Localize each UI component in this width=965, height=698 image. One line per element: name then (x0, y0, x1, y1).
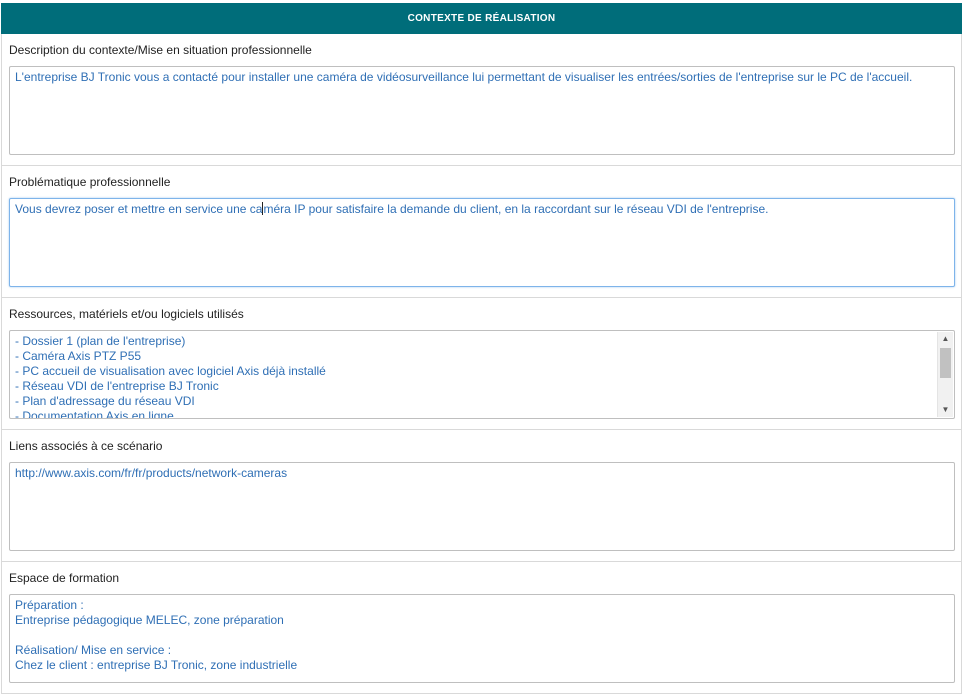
liens-textarea[interactable]: http://www.axis.com/fr/fr/products/netwo… (9, 462, 955, 551)
problematique-section: Problématique professionnelle Vous devre… (1, 166, 962, 298)
ressources-line: - Caméra Axis PTZ P55 (15, 349, 142, 363)
espace-line: Réalisation/ Mise en service : (15, 643, 172, 657)
espace-line: Entreprise pédagogique MELEC, zone prépa… (15, 613, 284, 627)
liens-section: Liens associés à ce scénario http://www.… (1, 430, 962, 562)
problematique-text-end: méra IP pour satisfaire la demande du cl… (263, 202, 769, 216)
ressources-scrollbar[interactable]: ▲ ▼ (937, 332, 953, 417)
espace-section: Espace de formation Préparation : Entrep… (1, 562, 962, 694)
ressources-section: Ressources, matériels et/ou logiciels ut… (1, 298, 962, 430)
description-textarea[interactable]: L'entreprise BJ Tronic vous a contacté p… (9, 66, 955, 155)
header-title: CONTEXTE DE RÉALISATION (407, 13, 556, 24)
espace-textarea[interactable]: Préparation : Entreprise pédagogique MEL… (9, 594, 955, 683)
liens-line: http://www.axis.com/fr/fr/products/netwo… (15, 466, 288, 480)
problematique-text-start: Vous devrez poser et mettre en service u… (15, 202, 263, 216)
description-line: L'entreprise BJ Tronic vous a contacté p… (15, 70, 913, 84)
liens-label: Liens associés à ce scénario (9, 439, 163, 453)
problematique-label: Problématique professionnelle (9, 175, 171, 189)
ressources-label: Ressources, matériels et/ou logiciels ut… (9, 307, 244, 321)
espace-line: Préparation : (15, 598, 84, 612)
ressources-line: - PC accueil de visualisation avec logic… (15, 364, 326, 378)
espace-label: Espace de formation (9, 571, 120, 585)
contexte-form: CONTEXTE DE RÉALISATION Description du c… (0, 0, 965, 698)
description-section: Description du contexte/Mise en situatio… (1, 34, 962, 166)
ressources-line: - Documentation Axis en ligne (15, 409, 174, 419)
ressources-textarea[interactable]: - Dossier 1 (plan de l'entreprise) - Cam… (9, 330, 955, 419)
espace-line (15, 628, 949, 643)
ressources-line: - Dossier 1 (plan de l'entreprise) (15, 334, 186, 348)
section-header: CONTEXTE DE RÉALISATION (1, 3, 962, 34)
scrollbar-thumb[interactable] (940, 348, 951, 378)
ressources-line: - Plan d'adressage du réseau VDI (15, 394, 195, 408)
problematique-line: Vous devrez poser et mettre en service u… (15, 202, 949, 217)
description-label: Description du contexte/Mise en situatio… (9, 43, 312, 57)
problematique-textarea[interactable]: Vous devrez poser et mettre en service u… (9, 198, 955, 287)
chevron-down-icon[interactable]: ▼ (938, 403, 953, 417)
chevron-up-icon[interactable]: ▲ (938, 332, 953, 346)
espace-line: Chez le client : entreprise BJ Tronic, z… (15, 658, 298, 672)
ressources-line: - Réseau VDI de l'entreprise BJ Tronic (15, 379, 219, 393)
